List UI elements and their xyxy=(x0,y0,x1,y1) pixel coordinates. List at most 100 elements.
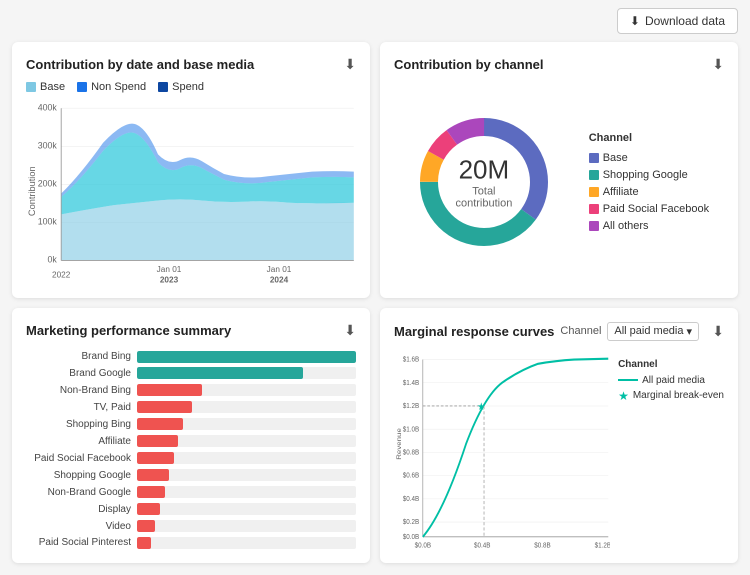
mrc-line-sample xyxy=(618,379,638,381)
card-contribution-date: Contribution by date and base media ⬇ Ba… xyxy=(12,42,370,298)
svg-text:$1.2B: $1.2B xyxy=(403,402,420,410)
channel-legend: Channel Base Shopping Google Affiliate P… xyxy=(589,132,709,232)
svg-text:Jan 01: Jan 01 xyxy=(157,264,182,274)
svg-text:★: ★ xyxy=(477,401,485,413)
svg-text:Jan 01: Jan 01 xyxy=(267,264,292,274)
bar-row: TV, Paid xyxy=(26,401,356,413)
legend-base: Base xyxy=(26,81,65,93)
chevron-down-icon: ▾ xyxy=(686,325,692,338)
channel-affiliate-dot xyxy=(589,187,599,197)
bar-label: Paid Social Facebook xyxy=(26,453,131,464)
bar-fill xyxy=(137,418,183,430)
area-chart-svg: 400k 300k 200k 100k 0k 2022 Jan 01 xyxy=(26,99,356,284)
bar-track xyxy=(137,503,356,515)
bar-row: Brand Google xyxy=(26,367,356,379)
svg-text:2023: 2023 xyxy=(160,274,179,283)
bar-track xyxy=(137,469,356,481)
svg-text:2022: 2022 xyxy=(52,270,71,280)
card3-header: Marketing performance summary ⬇ xyxy=(26,322,356,339)
svg-text:$0.0B: $0.0B xyxy=(403,533,420,541)
legend-spend-dot xyxy=(158,82,168,92)
mrc-header: Marginal response curves Channel All pai… xyxy=(394,322,699,341)
bar-label: Non-Brand Google xyxy=(26,487,131,498)
legend-spend-label: Spend xyxy=(172,81,204,93)
channel-others-label: All others xyxy=(603,220,649,232)
bar-row: Shopping Google xyxy=(26,469,356,481)
card3-title: Marketing performance summary xyxy=(26,323,231,338)
svg-text:$0.6B: $0.6B xyxy=(403,472,420,480)
card3-download-icon[interactable]: ⬇ xyxy=(344,322,356,339)
download-data-label: Download data xyxy=(645,14,725,28)
card1-title: Contribution by date and base media xyxy=(26,57,254,72)
channel-base-label: Base xyxy=(603,152,628,164)
bar-row: Video xyxy=(26,520,356,532)
card1-chart: 400k 300k 200k 100k 0k 2022 Jan 01 xyxy=(26,99,356,284)
top-bar: ⬇ Download data xyxy=(0,0,750,42)
card2-title: Contribution by channel xyxy=(394,57,544,72)
channel-shopping-google-label: Shopping Google xyxy=(603,169,688,181)
card-contribution-channel: Contribution by channel ⬇ xyxy=(380,42,738,298)
bar-row: Non-Brand Bing xyxy=(26,384,356,396)
card1-header: Contribution by date and base media ⬇ xyxy=(26,56,356,73)
bar-row: Brand Bing xyxy=(26,351,356,363)
bar-fill xyxy=(137,384,202,396)
bar-track xyxy=(137,520,356,532)
bar-row: Paid Social Facebook xyxy=(26,452,356,464)
legend-nonspend-label: Non Spend xyxy=(91,81,146,93)
channel-psf-label: Paid Social Facebook xyxy=(603,203,709,215)
channel-select[interactable]: All paid media ▾ xyxy=(607,322,699,341)
svg-text:$0.2B: $0.2B xyxy=(403,518,420,526)
legend-base-label: Base xyxy=(40,81,65,93)
bar-fill xyxy=(137,401,192,413)
bar-track xyxy=(137,418,356,430)
bar-fill xyxy=(137,435,178,447)
mrc-svg: $1.6B $1.4B $1.2B $1.0B $0.8B $0.6B $0.4… xyxy=(394,349,610,550)
channel-others-dot xyxy=(589,221,599,231)
channel-label-text: Channel xyxy=(560,325,601,337)
mrc-chart-wrapper: $1.6B $1.4B $1.2B $1.0B $0.8B $0.6B $0.4… xyxy=(394,349,610,550)
bar-chart: Brand Bing Brand Google Non-Brand Bing TV, … xyxy=(26,347,356,550)
donut-container: 20M Total contribution Channel Base Shop… xyxy=(394,81,724,284)
channel-shopping-google-dot xyxy=(589,170,599,180)
svg-text:2024: 2024 xyxy=(270,274,289,283)
channel-select-value: All paid media xyxy=(614,325,683,337)
bar-track xyxy=(137,486,356,498)
bar-fill xyxy=(137,452,174,464)
card4-download-icon[interactable]: ⬇ xyxy=(712,323,724,340)
svg-text:$1.2B: $1.2B xyxy=(595,542,610,549)
svg-text:0k: 0k xyxy=(48,255,58,265)
bar-fill xyxy=(137,503,160,515)
svg-text:$1.4B: $1.4B xyxy=(403,379,420,387)
svg-text:$1.6B: $1.6B xyxy=(403,356,420,364)
bar-track xyxy=(137,351,356,363)
bar-track xyxy=(137,537,356,549)
bar-label: Shopping Google xyxy=(26,470,131,481)
card1-legend: Base Non Spend Spend xyxy=(26,81,356,93)
legend-nonspend: Non Spend xyxy=(77,81,146,93)
svg-text:$0.4B: $0.4B xyxy=(403,495,420,503)
card-marginal-response: Marginal response curves Channel All pai… xyxy=(380,308,738,564)
bar-row: Affiliate xyxy=(26,435,356,447)
bar-fill xyxy=(137,351,356,363)
channel-shopping-google: Shopping Google xyxy=(589,169,709,181)
download-data-button[interactable]: ⬇ Download data xyxy=(617,8,738,34)
card2-download-icon[interactable]: ⬇ xyxy=(712,56,724,73)
main-grid: Contribution by date and base media ⬇ Ba… xyxy=(0,42,750,573)
svg-text:100k: 100k xyxy=(38,217,58,227)
bar-track xyxy=(137,384,356,396)
bar-label: Brand Bing xyxy=(26,351,131,362)
svg-text:400k: 400k xyxy=(38,102,58,112)
bar-row: Non-Brand Google xyxy=(26,486,356,498)
card1-download-icon[interactable]: ⬇ xyxy=(344,56,356,73)
mrc-legend-star: ★ Marginal break-even xyxy=(618,390,724,402)
svg-text:Revenue: Revenue xyxy=(395,428,403,460)
legend-nonspend-dot xyxy=(77,82,87,92)
channel-all-others: All others xyxy=(589,220,709,232)
mrc-legend-allpaid-label: All paid media xyxy=(642,375,705,386)
bar-track xyxy=(137,401,356,413)
donut-label: Total contribution xyxy=(446,186,521,210)
svg-text:Contribution: Contribution xyxy=(27,166,37,216)
bar-row: Display xyxy=(26,503,356,515)
bar-label: Video xyxy=(26,521,131,532)
donut-value: 20M xyxy=(446,155,521,186)
